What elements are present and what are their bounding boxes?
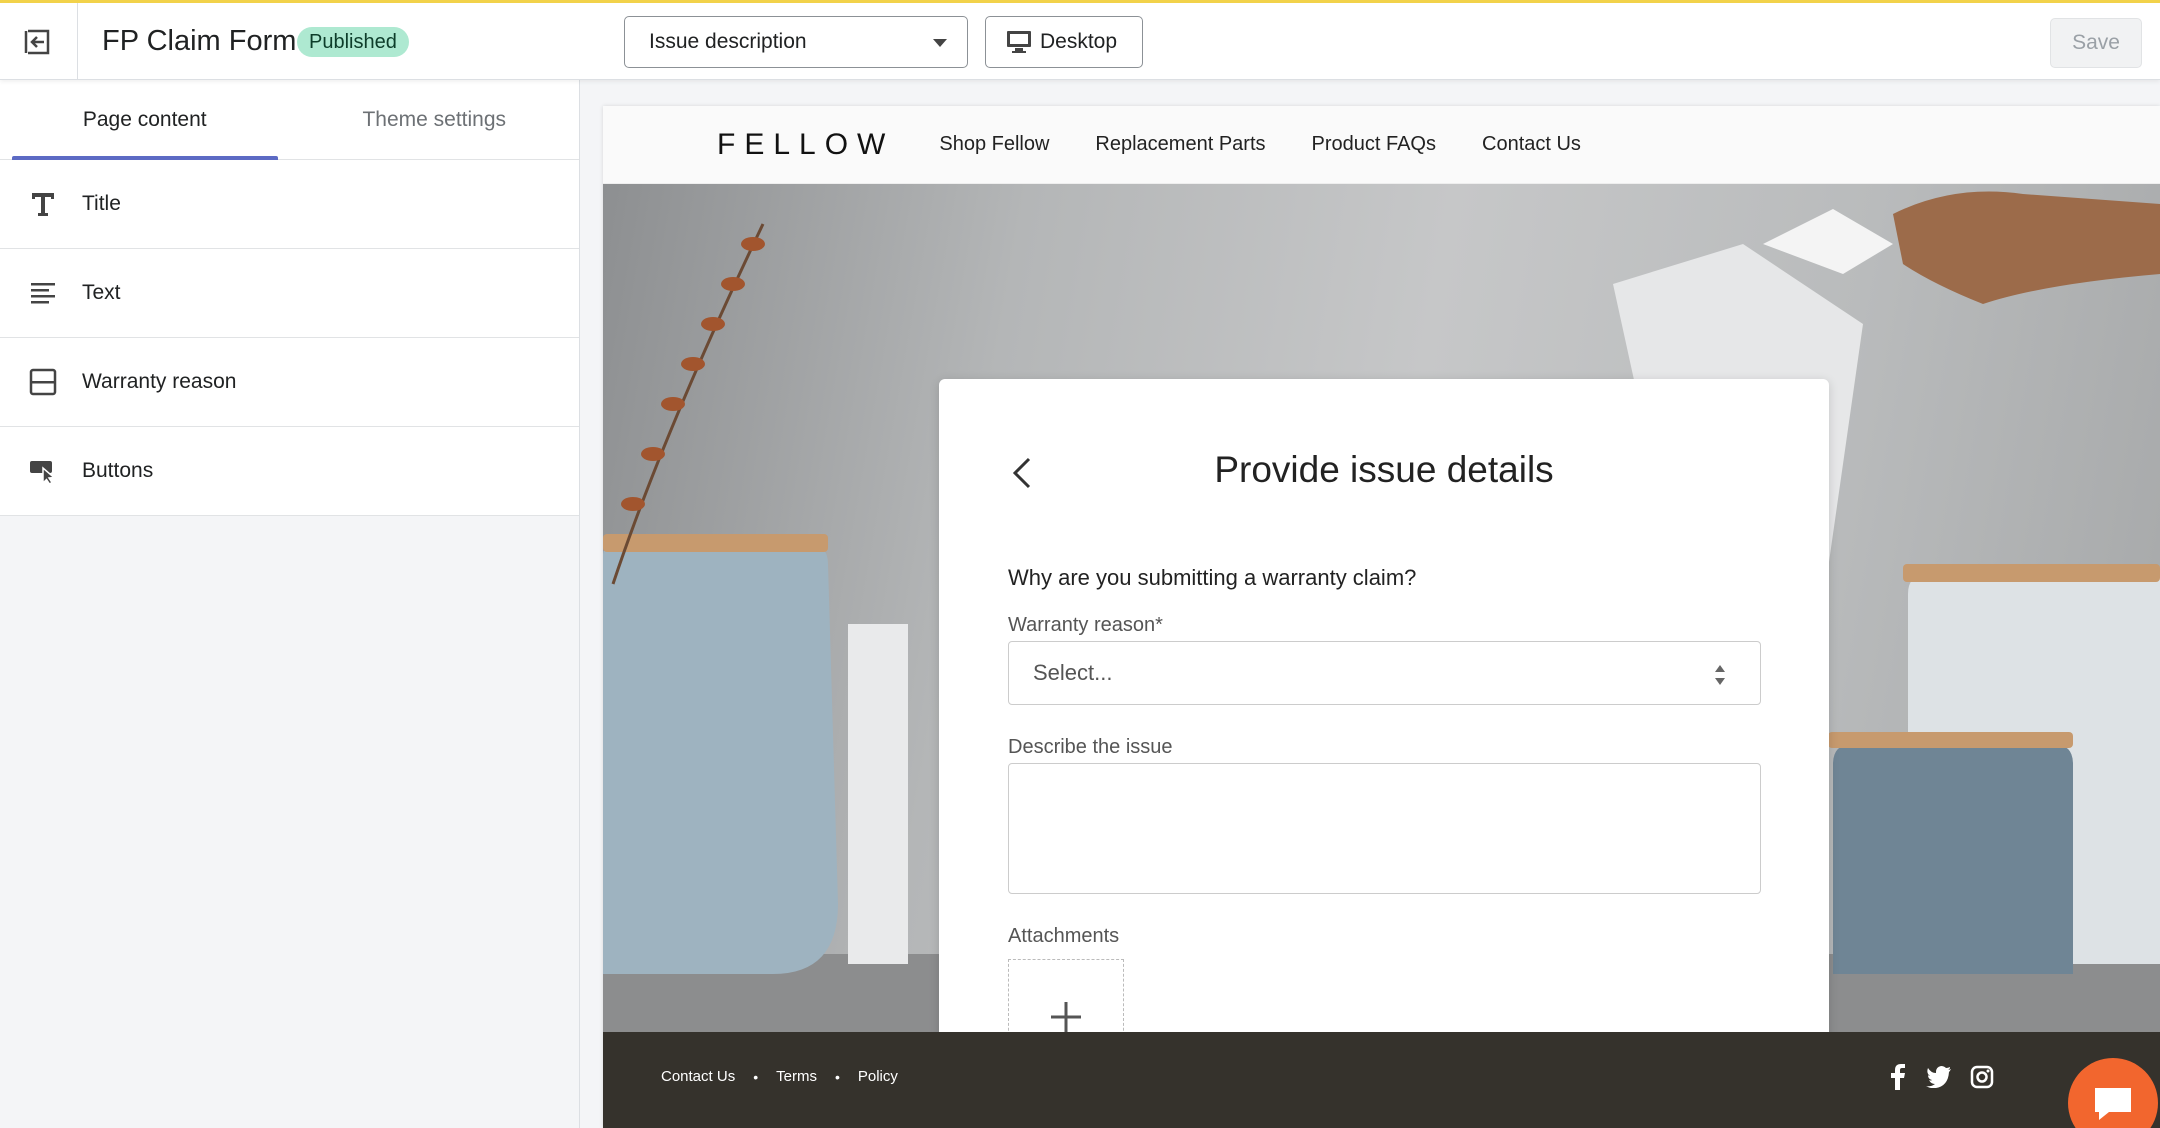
footer-link-contact[interactable]: Contact Us xyxy=(661,1068,735,1085)
brand-logo[interactable]: FELLOW xyxy=(717,128,894,162)
tab-page-content[interactable]: Page content xyxy=(0,80,290,160)
button-cursor-icon xyxy=(28,456,58,486)
nav-link-shop[interactable]: Shop Fellow xyxy=(939,133,1049,156)
chat-icon xyxy=(2095,1088,2131,1120)
card-title: Provide issue details xyxy=(1214,449,1554,490)
page-selector[interactable]: Issue description xyxy=(624,16,968,68)
sidebar-item-label: Buttons xyxy=(82,459,154,482)
nav-link-contact[interactable]: Contact Us xyxy=(1482,133,1581,156)
select-placeholder: Select... xyxy=(1033,660,1113,685)
caret-down-icon xyxy=(933,39,947,47)
sidebar-item-buttons[interactable]: Buttons xyxy=(0,427,579,516)
tab-theme-settings[interactable]: Theme settings xyxy=(290,80,580,160)
desktop-icon xyxy=(1007,31,1031,53)
describe-issue-label: Describe the issue xyxy=(1008,736,1173,758)
sidebar-item-title[interactable]: Title xyxy=(0,160,579,249)
status-badge: Published xyxy=(297,27,409,57)
editor-sidebar: Page content Theme settings Title Text W… xyxy=(0,80,580,1128)
hero-background: Provide issue details Why are you submit… xyxy=(603,184,2160,1032)
describe-issue-textarea[interactable] xyxy=(1008,763,1761,894)
site-navigation: FELLOW Shop Fellow Replacement Parts Pro… xyxy=(603,106,2160,184)
instagram-icon[interactable] xyxy=(1967,1062,1997,1092)
nav-link-replacement-parts[interactable]: Replacement Parts xyxy=(1095,133,1265,156)
twitter-icon[interactable] xyxy=(1924,1062,1954,1092)
facebook-icon[interactable] xyxy=(1883,1062,1913,1092)
sidebar-item-text[interactable]: Text xyxy=(0,249,579,338)
warranty-question: Why are you submitting a warranty claim? xyxy=(1008,565,1417,590)
sidebar-item-warranty-reason[interactable]: Warranty reason xyxy=(0,338,579,427)
exit-button[interactable] xyxy=(0,3,78,80)
warranty-reason-select[interactable]: Select... xyxy=(1008,641,1761,705)
sidebar-item-label: Text xyxy=(82,281,121,304)
select-arrows-icon xyxy=(1715,665,1725,685)
page-title: FP Claim Form xyxy=(102,25,297,57)
sidebar-tabs: Page content Theme settings xyxy=(0,80,579,160)
device-label: Desktop xyxy=(1040,30,1118,53)
nav-link-faqs[interactable]: Product FAQs xyxy=(1312,133,1437,156)
footer-link-terms[interactable]: Terms xyxy=(776,1068,817,1085)
device-toggle-button[interactable]: Desktop xyxy=(985,16,1143,68)
sidebar-item-label: Warranty reason xyxy=(82,370,237,393)
footer-links: Contact Us • Terms • Policy xyxy=(661,1068,898,1085)
separator-dot: • xyxy=(753,1068,759,1085)
attachments-label: Attachments xyxy=(1008,925,1120,947)
plus-icon xyxy=(1051,1002,1081,1032)
section-icon xyxy=(28,367,58,397)
sidebar-item-label: Title xyxy=(82,192,121,215)
exit-icon xyxy=(24,29,49,54)
page-selector-value: Issue description xyxy=(649,30,807,53)
warranty-reason-label: Warranty reason* xyxy=(1008,614,1163,636)
issue-details-card: Provide issue details Why are you submit… xyxy=(939,379,1829,1032)
editor-topbar: FP Claim Form Published Issue descriptio… xyxy=(0,0,2160,80)
title-icon xyxy=(28,189,58,219)
separator-dot: • xyxy=(834,1068,840,1085)
add-attachment-button[interactable] xyxy=(1008,959,1124,1032)
text-lines-icon xyxy=(28,278,58,308)
site-footer: Contact Us • Terms • Policy xyxy=(603,1032,2160,1128)
save-button[interactable]: Save xyxy=(2050,18,2142,68)
page-preview: FELLOW Shop Fellow Replacement Parts Pro… xyxy=(603,106,2160,1128)
section-list: Title Text Warranty reason Buttons xyxy=(0,160,579,516)
footer-link-policy[interactable]: Policy xyxy=(858,1068,898,1085)
